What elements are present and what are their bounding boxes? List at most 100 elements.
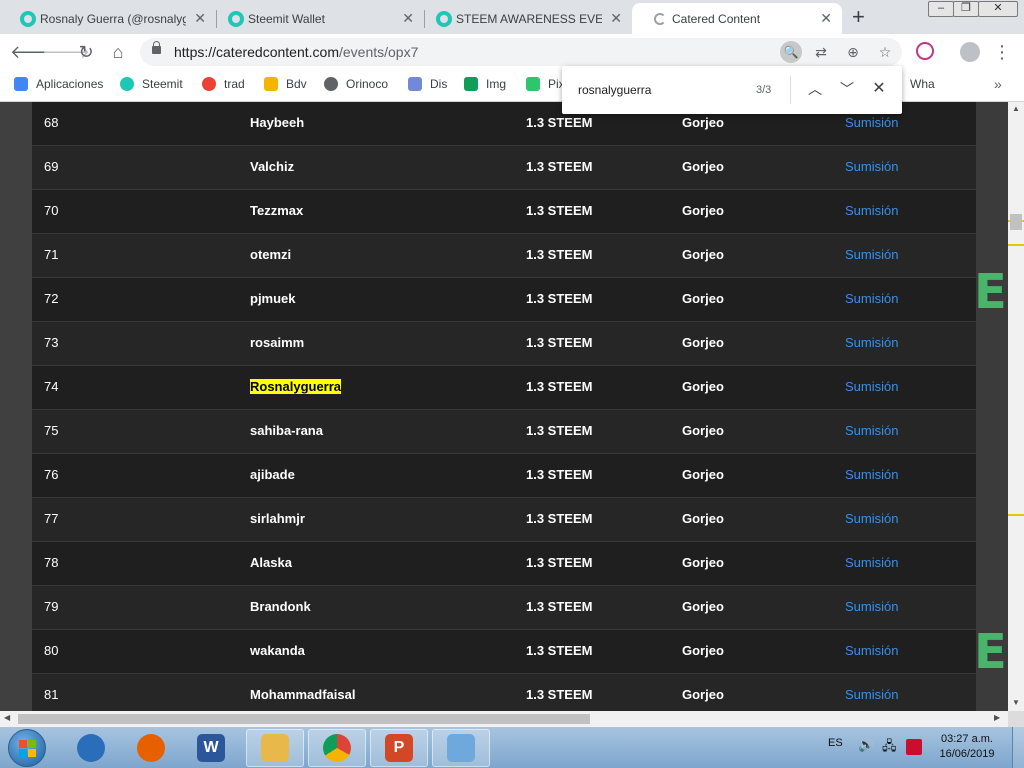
row-username: Mohammadfaisal [250, 687, 356, 702]
more-bookmarks-button[interactable]: » [994, 76, 1002, 92]
taskbar-powerpoint[interactable]: P [370, 729, 428, 767]
row-number: 68 [44, 115, 59, 130]
find-input[interactable]: rosnalyguerra [578, 83, 651, 97]
taskbar-notepad[interactable] [432, 729, 490, 767]
table-row: 81 Mohammadfaisal 1.3 STEEM Gorjeo Sumis… [32, 674, 976, 711]
acrobat-icon[interactable] [906, 739, 922, 755]
tab-rosnaly-guerra[interactable]: Rosnaly Guerra (@rosnalyguerra) ✕ [0, 3, 216, 34]
back-button[interactable]: 🡐 [10, 40, 58, 64]
row-type: Gorjeo [682, 599, 724, 614]
row-username: sirlahmjr [250, 511, 305, 526]
tab-steem-awareness[interactable]: STEEM AWARENESS EVENT ✕ [416, 3, 632, 34]
instagram-extension-icon[interactable] [916, 42, 934, 60]
bookmark-label: Bdv [286, 77, 307, 91]
row-amount: 1.3 STEEM [526, 643, 593, 658]
profile-avatar[interactable] [960, 42, 980, 62]
bookmark-bdv[interactable]: Bdv [264, 77, 307, 91]
submission-link[interactable]: Sumisión [845, 643, 898, 658]
bookmark-aplicaciones[interactable]: Aplicaciones [14, 77, 103, 91]
tab-catered-content[interactable]: Catered Content ✕ [632, 3, 842, 34]
reload-button[interactable]: ↻ [74, 40, 98, 64]
row-number: 70 [44, 203, 59, 218]
taskbar-explorer[interactable] [246, 729, 304, 767]
network-icon[interactable]: 🖧 [882, 737, 897, 759]
submission-link[interactable]: Sumisión [845, 159, 898, 174]
start-button[interactable] [8, 729, 46, 767]
row-username: pjmuek [250, 291, 296, 306]
bookmark-star-icon[interactable]: ☆ [876, 43, 894, 61]
row-number: 71 [44, 247, 59, 262]
zoom-icon[interactable]: ⊕ [844, 43, 862, 61]
system-clock[interactable]: 03:27 a.m. 16/06/2019 [932, 732, 1002, 762]
find-close-button[interactable]: ✕ [869, 79, 889, 99]
menu-icon[interactable]: ⋮ [990, 40, 1014, 64]
scroll-thumb[interactable] [1010, 214, 1022, 230]
tab-steemit-wallet[interactable]: Steemit Wallet ✕ [208, 3, 424, 34]
bookmark-orinoco[interactable]: Orinoco [324, 77, 388, 91]
submission-link[interactable]: Sumisión [845, 115, 898, 130]
forward-button[interactable]: 🡒 [42, 40, 90, 64]
close-icon[interactable]: ✕ [610, 10, 622, 27]
word-icon: W [197, 734, 225, 762]
translate-icon[interactable]: ⇄ [812, 43, 830, 61]
taskbar-chrome[interactable] [308, 729, 366, 767]
language-indicator[interactable]: ES [828, 737, 843, 749]
submission-link[interactable]: Sumisión [845, 291, 898, 306]
row-username-search-match: Rosnalyguerra [250, 379, 342, 394]
row-amount: 1.3 STEEM [526, 115, 593, 130]
row-username: Tezzmax [250, 203, 304, 218]
row-number: 75 [44, 423, 59, 438]
bookmark-trad[interactable]: trad [202, 77, 245, 91]
bookmark-dis[interactable]: Dis [408, 77, 447, 91]
new-tab-button[interactable]: + [852, 4, 865, 30]
window-close-button[interactable]: ✕ [978, 1, 1018, 17]
submission-link[interactable]: Sumisión [845, 687, 898, 702]
clock-time: 03:27 a.m. [941, 733, 993, 745]
horizontal-scrollbar[interactable]: ◀ ▶ [0, 711, 1008, 727]
row-amount: 1.3 STEEM [526, 599, 593, 614]
taskbar-google-earth[interactable] [62, 729, 120, 767]
bookmark-pix[interactable]: Pix [526, 77, 565, 91]
row-number: 81 [44, 687, 59, 702]
bookmark-img[interactable]: Img [464, 77, 506, 91]
steemit-icon [120, 77, 134, 91]
close-icon[interactable]: ✕ [194, 10, 206, 27]
taskbar-word[interactable]: W [182, 729, 240, 767]
maximize-button[interactable]: ❐ [953, 1, 979, 17]
bookmark-label: Orinoco [346, 77, 389, 91]
table-row: 78 Alaska 1.3 STEEM Gorjeo Sumisión [32, 542, 976, 586]
submission-link[interactable]: Sumisión [845, 335, 898, 350]
submission-link[interactable]: Sumisión [845, 555, 898, 570]
submission-link[interactable]: Sumisión [845, 599, 898, 614]
scroll-right-arrow-icon[interactable]: ▶ [994, 713, 1000, 722]
minimize-button[interactable]: – [928, 1, 954, 17]
scroll-left-arrow-icon[interactable]: ◀ [4, 713, 10, 722]
clock-date: 16/06/2019 [939, 748, 995, 760]
url-path: /events/opx7 [338, 44, 419, 60]
row-type: Gorjeo [682, 335, 724, 350]
show-desktop-button[interactable] [1012, 727, 1024, 768]
bookmark-steemit[interactable]: Steemit [120, 77, 183, 91]
home-button[interactable]: ⌂ [106, 40, 130, 64]
scroll-up-arrow-icon[interactable]: ▲ [1012, 104, 1020, 113]
find-previous-button[interactable]: ︿ [805, 79, 825, 99]
scroll-down-arrow-icon[interactable]: ▼ [1012, 698, 1020, 707]
submission-link[interactable]: Sumisión [845, 379, 898, 394]
scroll-thumb[interactable] [18, 714, 590, 724]
close-icon[interactable]: ✕ [402, 10, 414, 27]
submission-link[interactable]: Sumisión [845, 203, 898, 218]
submission-link[interactable]: Sumisión [845, 247, 898, 262]
submission-link[interactable]: Sumisión [845, 467, 898, 482]
address-bar[interactable]: https://cateredcontent.com/events/opx7 🔍… [140, 38, 902, 66]
volume-icon[interactable]: 🔊 [858, 737, 874, 753]
row-type: Gorjeo [682, 379, 724, 394]
submission-link[interactable]: Sumisión [845, 511, 898, 526]
steemit-icon [436, 11, 452, 27]
find-next-button[interactable]: ﹀ [837, 79, 857, 99]
find-in-page-icon[interactable]: 🔍 [780, 41, 802, 63]
close-icon[interactable]: ✕ [820, 10, 832, 27]
vertical-scrollbar[interactable]: ▲ ▼ [1008, 102, 1024, 711]
row-number: 74 [44, 379, 59, 394]
taskbar-firefox[interactable] [122, 729, 180, 767]
submission-link[interactable]: Sumisión [845, 423, 898, 438]
